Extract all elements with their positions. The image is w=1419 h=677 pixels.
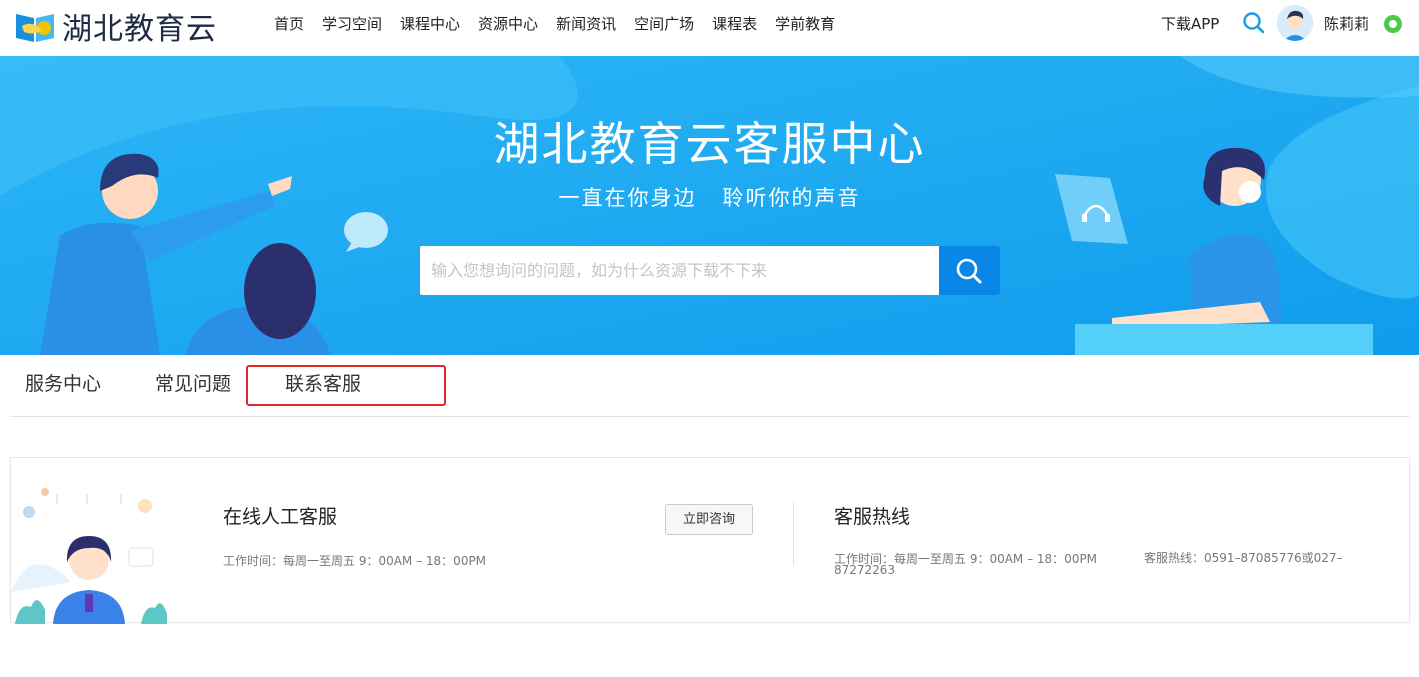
support-agent-illustration — [11, 488, 167, 624]
tab-service-center[interactable]: 服务中心 — [25, 372, 101, 396]
nav-resource-center[interactable]: 资源中心 — [478, 14, 538, 34]
help-search-button[interactable] — [939, 246, 1000, 295]
logo-text: 湖北教育云 — [62, 12, 217, 47]
hotline-title: 客服热线 — [834, 506, 911, 528]
online-support-title: 在线人工客服 — [223, 506, 338, 528]
logo-icon — [16, 14, 54, 42]
username[interactable]: 陈莉莉 — [1324, 14, 1369, 34]
tab-highlight-box — [246, 365, 446, 406]
site-logo[interactable]: 湖北教育云 — [14, 5, 229, 47]
search-icon[interactable] — [1242, 11, 1266, 35]
help-search-bar — [420, 246, 1000, 295]
contact-card: 在线人工客服 工作时间：每周一至周五 9：00AM – 18：00PM 立即咨询… — [10, 457, 1410, 624]
online-status-icon — [1384, 15, 1402, 33]
nav-schedule[interactable]: 课程表 — [712, 14, 757, 34]
hotline-phone: 客服热线：0591–87085776或027–87272263 — [834, 551, 1343, 577]
help-search-input[interactable] — [420, 246, 939, 295]
nav-learning-space[interactable]: 学习空间 — [322, 14, 382, 34]
online-support-hours: 工作时间：每周一至周五 9：00AM – 18：00PM — [223, 554, 487, 568]
nav-home[interactable]: 首页 — [274, 14, 304, 34]
banner-subtitle: 一直在你身边 聆听你的声音 — [558, 186, 861, 210]
card-divider — [793, 502, 794, 566]
hero-banner: 湖北教育云客服中心 一直在你身边 聆听你的声音 — [0, 56, 1419, 355]
avatar[interactable] — [1277, 5, 1313, 41]
banner-title: 湖北教育云客服中心 — [493, 117, 926, 171]
service-tabs: 服务中心 常见问题 联系客服 — [10, 355, 1410, 417]
main-nav: 首页 学习空间 课程中心 资源中心 新闻资讯 空间广场 课程表 学前教育 — [274, 14, 853, 34]
nav-preschool[interactable]: 学前教育 — [775, 14, 835, 34]
download-app-link[interactable]: 下载APP — [1161, 14, 1219, 34]
nav-space-square[interactable]: 空间广场 — [634, 14, 694, 34]
search-icon — [956, 258, 982, 284]
nav-news[interactable]: 新闻资讯 — [556, 14, 616, 34]
top-header: 湖北教育云 首页 学习空间 课程中心 资源中心 新闻资讯 空间广场 课程表 学前… — [0, 0, 1419, 56]
tab-faq[interactable]: 常见问题 — [155, 372, 231, 396]
nav-course-center[interactable]: 课程中心 — [400, 14, 460, 34]
consult-now-button[interactable]: 立即咨询 — [665, 504, 753, 535]
